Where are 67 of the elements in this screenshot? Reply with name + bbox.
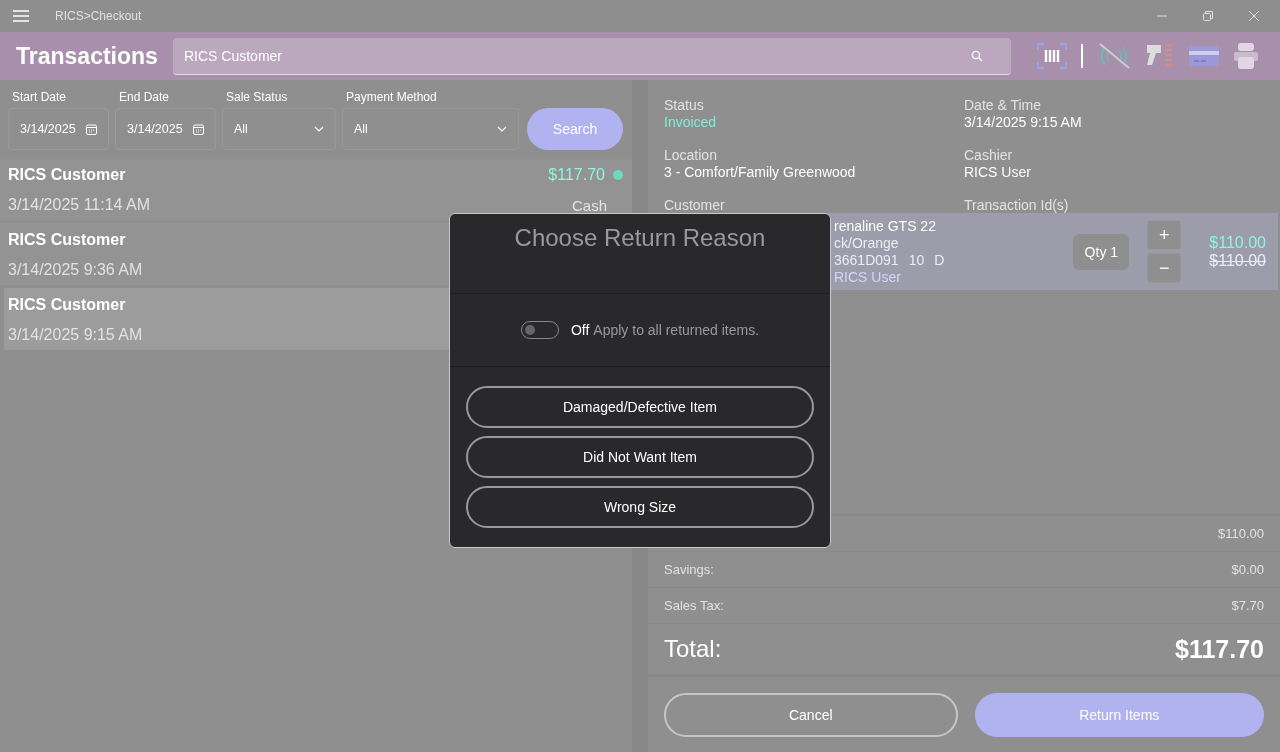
total-label: Total: — [664, 635, 722, 663]
chevron-down-icon — [497, 126, 507, 132]
product-size: 10 — [908, 251, 925, 269]
printer-icon[interactable] — [1233, 42, 1259, 70]
calendar-icon[interactable] — [86, 123, 97, 135]
barcode-scanner-icon[interactable] — [1037, 42, 1067, 70]
search-button[interactable]: Search — [527, 108, 623, 150]
menu-icon[interactable] — [13, 10, 29, 22]
filter-label: End Date — [119, 90, 171, 104]
total-value: $7.70 — [1231, 598, 1264, 613]
transaction-date: 3/14/2025 11:14 AM — [8, 196, 151, 214]
reason-button[interactable]: Did Not Want Item — [466, 436, 814, 478]
chevron-down-icon — [314, 126, 324, 132]
window-title: RICS>Checkout — [55, 9, 142, 23]
payment-method: Cash — [571, 197, 607, 214]
total-amount: $117.70 — [1175, 634, 1264, 664]
reason-button[interactable]: Damaged/Defective Item — [466, 386, 814, 428]
product-sku: 3661D091 — [834, 251, 899, 269]
total-value: $0.00 — [1231, 562, 1264, 577]
product-variant: ck/Orange — [834, 234, 900, 252]
transaction-date: 3/14/2025 9:36 AM — [8, 261, 143, 279]
detail-value: 3/14/2025 9:15 AM — [964, 114, 1083, 130]
product-width: D — [934, 251, 945, 269]
transaction-date: 3/14/2025 9:15 AM — [8, 326, 143, 344]
search-field[interactable]: RICS Customer — [173, 37, 1011, 75]
detail-value: RICS User — [964, 164, 1032, 180]
salesperson-name: RICS User — [834, 268, 902, 286]
page-title: Transactions — [16, 42, 159, 70]
total-label: Sales Tax: — [664, 598, 724, 613]
customer-name: RICS Customer — [8, 296, 127, 314]
detail-value: 3 - Comfort/Family Greenwood — [664, 164, 857, 180]
date-field[interactable]: 3/14/2025 — [8, 108, 109, 150]
detail-label: Cashier — [964, 147, 1014, 163]
filter-label: Start Date — [12, 90, 68, 104]
search-icon[interactable] — [971, 49, 983, 62]
toggle-state: Off — [570, 321, 590, 338]
transaction-row[interactable]: RICS Customer 3/14/2025 11:14 AM $117.70 Cash — [0, 158, 632, 220]
credit-card-icon[interactable] — [1189, 44, 1219, 68]
detail-label: Date & Time — [964, 97, 1043, 113]
transaction-amount: $117.70 — [548, 166, 605, 184]
product-name: renaline GTS 22 — [834, 217, 937, 235]
return-items-button[interactable]: Return Items — [974, 693, 1264, 737]
dropdown[interactable]: All — [222, 108, 336, 150]
dropdown[interactable]: All — [342, 108, 519, 150]
detail-label: Customer — [664, 197, 726, 213]
calendar-icon[interactable] — [193, 123, 204, 135]
item-price: $110.00 — [1209, 233, 1266, 252]
close-icon[interactable] — [1248, 10, 1260, 22]
decrease-button[interactable]: − — [1147, 253, 1182, 283]
filter-label: Sale Status — [226, 90, 289, 104]
detail-label: Location — [664, 147, 718, 163]
detail-value: Invoiced — [664, 114, 718, 130]
total-label: Savings: — [664, 562, 714, 577]
cancel-button[interactable]: Cancel — [664, 693, 958, 737]
date-field[interactable]: 3/14/2025 — [115, 108, 216, 150]
restore-icon[interactable] — [1202, 10, 1214, 22]
increase-button[interactable]: + — [1147, 220, 1182, 250]
detail-label: Transaction Id(s) — [964, 197, 1070, 213]
customer-name: RICS Customer — [8, 231, 127, 249]
detail-label: Status — [664, 97, 705, 113]
original-price: $110.00 — [1209, 251, 1266, 270]
filter-label: Payment Method — [346, 90, 438, 104]
reason-button[interactable]: Wrong Size — [466, 486, 814, 528]
total-value: $110.00 — [1217, 526, 1264, 541]
no-signal-icon[interactable] — [1097, 42, 1131, 70]
customer-name: RICS Customer — [8, 166, 127, 184]
quantity-button[interactable]: Qty 1 — [1073, 233, 1130, 270]
